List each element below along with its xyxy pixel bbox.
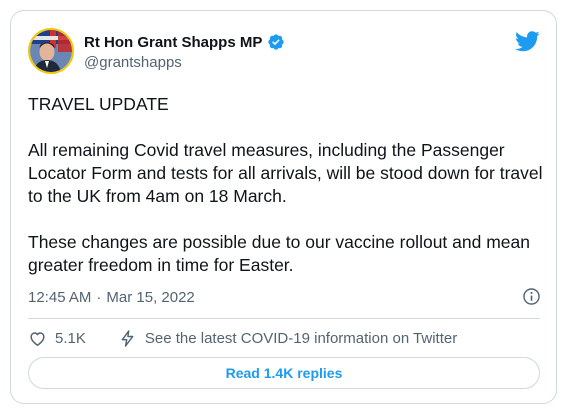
meta-separator: · [96,288,102,306]
tweet-card: Rt Hon Grant Shapps MP @grantshapps TRAV… [10,10,557,404]
tweet-actions: 5.1K See the latest COVID-19 information… [28,327,457,349]
lightning-icon [118,329,137,348]
tweet-date[interactable]: Mar 15, 2022 [106,289,194,306]
covid-info-label: See the latest COVID-19 information on T… [144,329,458,347]
author-handle[interactable]: @grantshapps [84,54,182,71]
tweet-time[interactable]: 12:45 AM [28,289,91,306]
tweet-text: TRAVEL UPDATE All remaining Covid travel… [28,93,543,300]
like-count: 5.1K [55,329,86,347]
like-button[interactable]: 5.1K [28,329,86,348]
info-icon[interactable] [522,287,541,306]
tweet-paragraph: TRAVEL UPDATE [28,94,169,114]
avatar-image [30,30,72,72]
verified-badge-icon [267,33,285,51]
author-name-row[interactable]: Rt Hon Grant Shapps MP [84,32,285,52]
tweet-paragraph: These changes are possible due to our va… [28,232,530,275]
read-replies-button[interactable]: Read 1.4K replies [28,357,540,389]
heart-icon [28,329,47,348]
twitter-bird-icon[interactable] [515,31,540,52]
tweet-paragraph: All remaining Covid travel measures, inc… [28,140,543,206]
divider [28,318,540,319]
covid-info-link[interactable]: See the latest COVID-19 information on T… [118,329,457,348]
avatar[interactable] [28,28,74,74]
tweet-timestamp-row: 12:45 AM · Mar 15, 2022 [28,287,541,307]
display-name[interactable]: Rt Hon Grant Shapps MP [84,34,262,51]
